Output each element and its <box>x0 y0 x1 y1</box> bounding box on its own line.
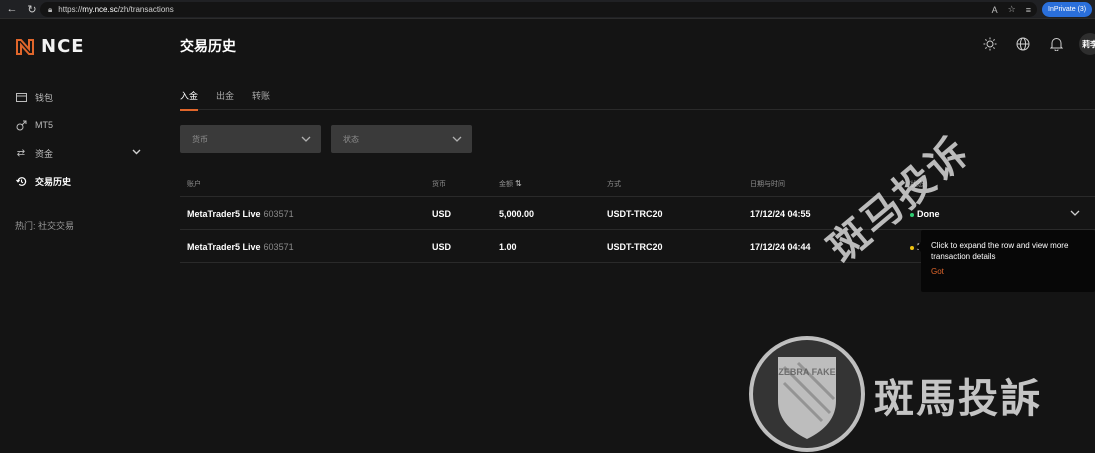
globe-icon[interactable] <box>1015 36 1031 52</box>
header-datetime: 日期与时间 <box>750 181 785 188</box>
account-id: 603571 <box>263 242 294 252</box>
address-bar[interactable]: 🔒︎ https://my.nce.sc/zh/transactions A ☆… <box>40 2 1037 17</box>
status-cell: Done <box>910 209 940 219</box>
account-id: 603571 <box>263 209 294 219</box>
header-method: 方式 <box>607 181 621 188</box>
transfer-arrows-icon: ⇄ <box>16 147 26 159</box>
hot-social-trading-link[interactable]: 热门: 社交交易 <box>15 219 74 232</box>
browser-toolbar: ← ↻ 🔒︎ https://my.nce.sc/zh/transactions… <box>0 0 1095 19</box>
url-path: /zh/transactions <box>117 5 174 14</box>
status-dot <box>910 245 914 250</box>
inprivate-badge[interactable]: InPrivate (3) <box>1042 2 1093 17</box>
status-filter-select[interactable]: 状态 <box>331 125 472 153</box>
chevron-down-icon <box>452 136 462 142</box>
lock-icon: 🔒︎ <box>48 4 53 14</box>
amount-cell: 5,000.00 <box>499 209 535 219</box>
tooltip-got-it-button[interactable]: Got <box>931 266 1095 277</box>
url-prefix: https:// <box>58 5 83 14</box>
status-filter-placeholder: 状态 <box>343 134 359 144</box>
sun-icon[interactable] <box>982 36 998 52</box>
account-cell: MetaTrader5 Live 603571 <box>187 242 294 252</box>
header-amount-label: 金额 <box>499 181 513 188</box>
sidebar-item-label: MT5 <box>35 120 53 130</box>
datetime-cell: 17/12/24 04:55 <box>750 209 811 219</box>
chevron-down-icon <box>301 136 311 142</box>
account-cell: MetaTrader5 Live 603571 <box>187 209 294 219</box>
back-icon[interactable]: ← <box>4 1 20 17</box>
header-account: 账户 <box>187 181 201 188</box>
status-dot <box>910 212 914 217</box>
chevron-down-icon[interactable] <box>1069 207 1081 219</box>
transaction-tabs: 入金 出金 转账 <box>180 86 1095 111</box>
watermark-badge-text: ZEBRA FAKE <box>778 367 835 377</box>
sidebar-item-label: 钱包 <box>35 92 54 103</box>
datetime-cell: 17/12/24 04:44 <box>750 242 811 252</box>
amount-cell: 1.00 <box>499 242 517 252</box>
nce-logo-icon <box>16 38 34 55</box>
currency-cell: USD <box>432 242 452 252</box>
logo[interactable]: NCE <box>15 36 85 57</box>
sidebar-item-label: 资金 <box>35 148 54 159</box>
favorites-bar-icon[interactable]: ≡ <box>1026 5 1031 15</box>
table-row[interactable]: MetaTrader5 Live 603571 USD 5,000.00 USDT… <box>180 197 1095 230</box>
url-host: my.nce.sc <box>82 5 118 14</box>
tab-withdraw[interactable]: 出金 <box>216 86 234 110</box>
watermark-text: 斑馬投訴 <box>874 377 1042 421</box>
gender-icon <box>15 119 27 131</box>
sidebar-item-wallet[interactable]: 钱包 <box>15 88 145 106</box>
currency-filter-placeholder: 货币 <box>192 134 208 144</box>
expand-row-tooltip: Click to expand the row and view more tr… <box>916 230 1095 292</box>
read-aloud-icon[interactable]: A <box>992 5 998 15</box>
method-cell: USDT-TRC20 <box>607 242 663 252</box>
currency-filter-select[interactable]: 货币 <box>180 125 321 153</box>
tab-transfer[interactable]: 转账 <box>252 86 270 110</box>
bell-icon[interactable] <box>1048 36 1064 52</box>
account-name: MetaTrader5 Live <box>187 242 261 252</box>
header-currency: 货币 <box>432 181 446 188</box>
tooltip-text: Click to expand the row and view more tr… <box>931 241 1069 261</box>
sort-icon[interactable]: ⇅ <box>515 179 522 188</box>
sidebar-item-history[interactable]: 交易历史 <box>15 172 145 190</box>
tab-deposit[interactable]: 入金 <box>180 86 199 111</box>
sidebar-item-funds[interactable]: ⇄ 资金 <box>15 144 145 162</box>
page-title: 交易历史 <box>180 38 236 54</box>
brand-name: NCE <box>41 36 85 57</box>
sidebar-item-mt5[interactable]: MT5 <box>15 116 145 134</box>
header-status: 状态 <box>910 181 924 188</box>
header-amount[interactable]: 金额 ⇅ <box>499 179 522 189</box>
wallet-icon <box>15 91 27 103</box>
zebra-shield-logo: ZEBRA FAKE <box>749 336 865 452</box>
table-header: 账户 货币 金额 ⇅ 方式 日期与时间 状态 <box>180 170 1095 197</box>
account-name: MetaTrader5 Live <box>187 209 261 219</box>
sidebar-item-label: 交易历史 <box>35 176 72 187</box>
sidebar: NCE 钱包 MT5 ⇄ 资金 交易历史 热门: 社交交易 <box>0 20 160 453</box>
header-actions: 莉李 <box>965 33 1095 55</box>
history-icon <box>15 175 27 187</box>
status-label: Done <box>917 209 940 219</box>
chevron-down-icon[interactable] <box>132 147 141 157</box>
currency-cell: USD <box>432 209 452 219</box>
method-cell: USDT-TRC20 <box>607 209 663 219</box>
avatar[interactable]: 莉李 <box>1079 33 1095 55</box>
refresh-icon[interactable]: ↻ <box>24 1 40 17</box>
favorite-icon[interactable]: ☆ <box>1008 4 1016 15</box>
tooltip-arrow <box>916 242 921 252</box>
